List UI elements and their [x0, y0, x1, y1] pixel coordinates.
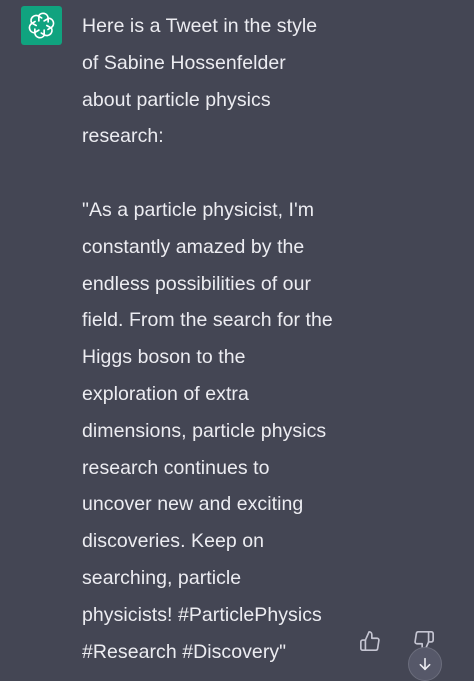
thumbs-up-icon — [360, 631, 380, 651]
message-line: physicists! #ParticlePhysics — [82, 603, 322, 626]
message-line: uncover new and exciting — [82, 493, 304, 516]
assistant-avatar — [21, 6, 62, 45]
assistant-message: Here is a Tweet in the style of Sabine H… — [0, 0, 474, 681]
message-text: Here is a Tweet in the style of Sabine H… — [82, 8, 372, 670]
message-line: field. From the search for the — [82, 309, 333, 332]
message-line: research continues to — [82, 456, 270, 479]
message-line: Here is a Tweet in the style — [82, 15, 318, 37]
openai-logo-icon — [27, 12, 56, 39]
message-line: "As a particle physicist, I'm — [82, 198, 315, 221]
message-line: of Sabine Hossenfelder — [82, 51, 286, 74]
message-line: about particle physics — [82, 88, 271, 111]
message-line: research: — [82, 125, 164, 148]
message-line: constantly amazed by the — [82, 235, 305, 258]
message-line: dimensions, particle physics — [82, 419, 327, 442]
message-line: endless possibilities of our — [82, 272, 312, 295]
message-line: discoveries. Keep on — [82, 530, 265, 553]
thumbs-up-button[interactable] — [356, 627, 384, 655]
message-line: Higgs boson to the — [82, 346, 246, 369]
arrow-down-icon — [419, 657, 431, 671]
message-line: exploration of extra — [82, 382, 249, 405]
scroll-to-bottom-button[interactable] — [408, 647, 442, 681]
message-line: #Research #Discovery" — [82, 640, 287, 663]
message-line: searching, particle — [82, 566, 242, 589]
